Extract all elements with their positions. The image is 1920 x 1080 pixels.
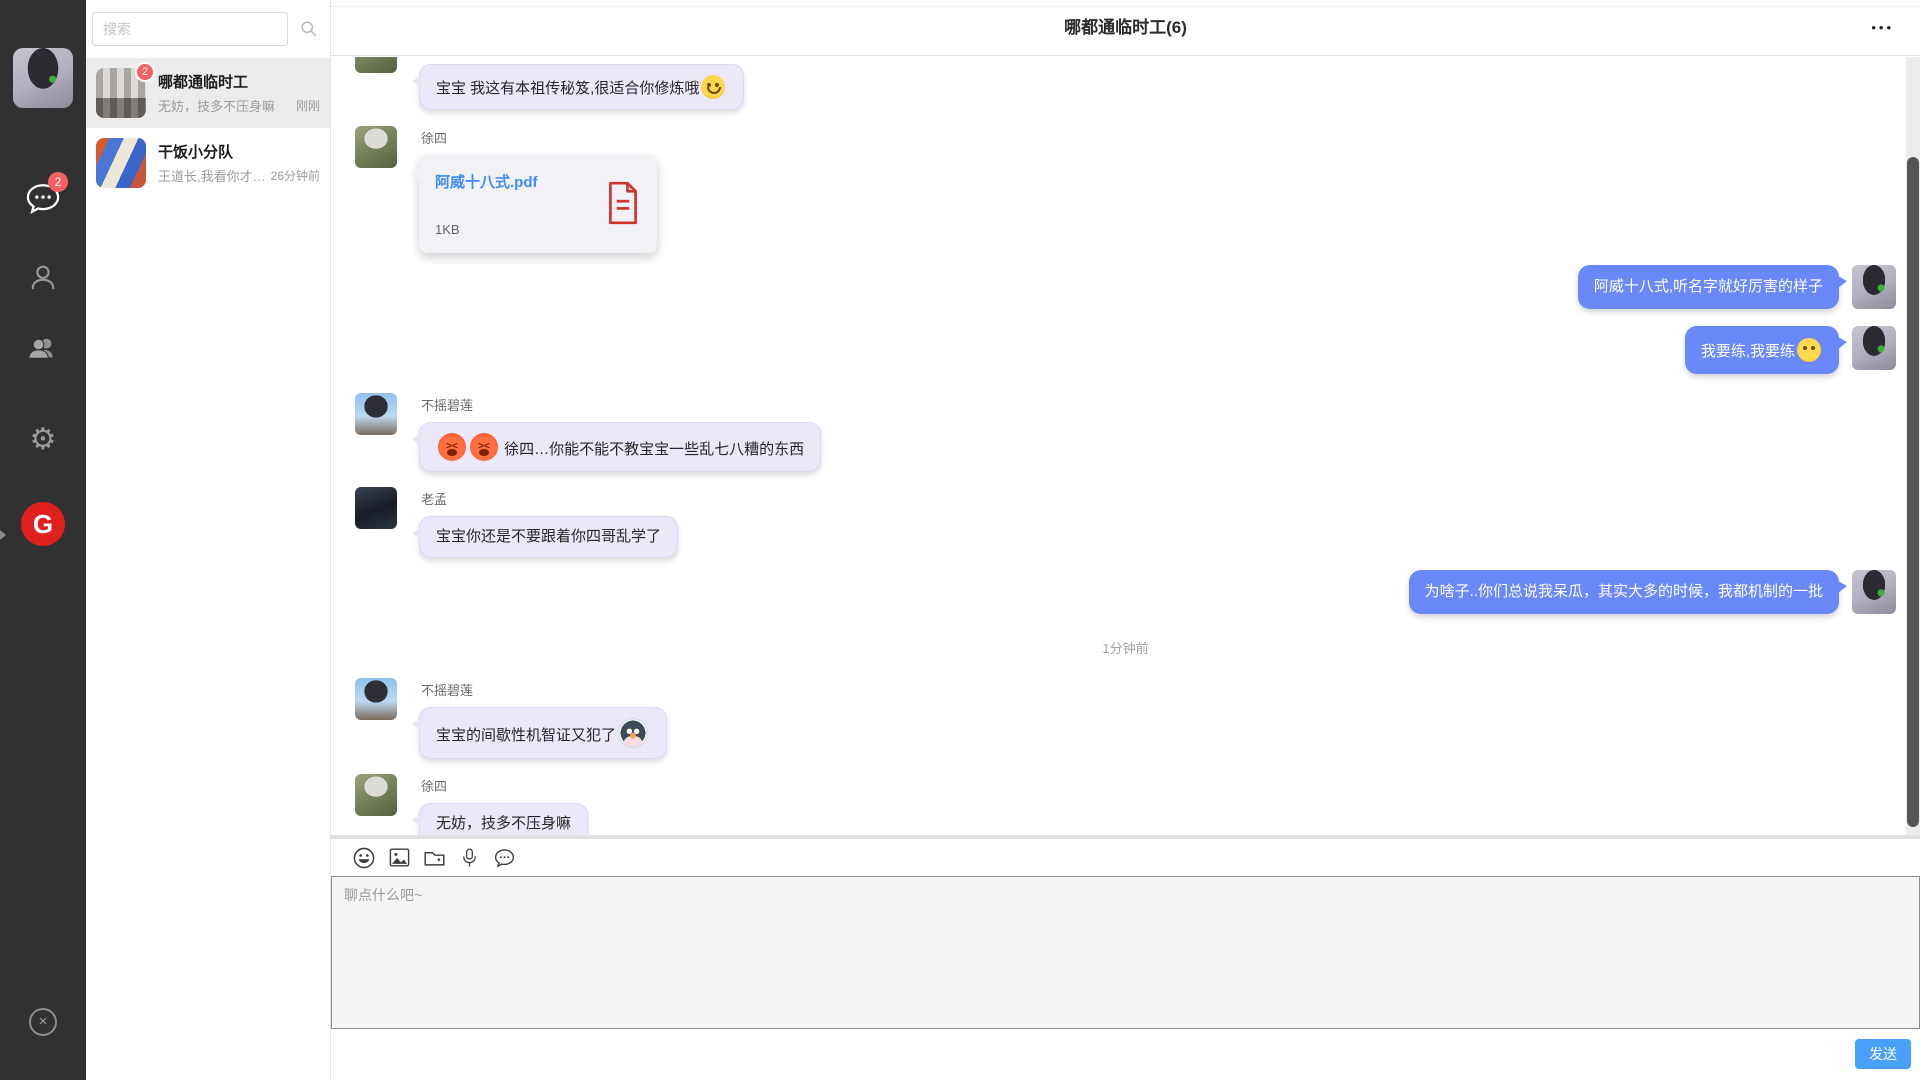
message-bubble: 徐四…你能不能不教宝宝一些乱七八糟的东西 xyxy=(419,422,821,472)
contacts-nav-button[interactable] xyxy=(28,262,58,297)
more-menu-icon[interactable]: ••• xyxy=(1871,0,1894,56)
collapse-handle-icon[interactable] xyxy=(0,530,6,540)
composer-toolbar xyxy=(331,839,1920,876)
message-text: 为啥子..你们总说我呆瓜，其实大多的时候，我都机制的一批 xyxy=(1425,583,1823,600)
unread-badge: 2 xyxy=(135,62,155,82)
enraged-face-emoji-icon xyxy=(470,433,498,461)
group-avatar xyxy=(96,138,146,188)
send-button[interactable]: 发送 xyxy=(1855,1039,1911,1069)
search-button[interactable] xyxy=(300,20,317,40)
message-row: 我要练,我要练 xyxy=(355,326,1896,374)
file-attachment-card[interactable]: 阿威十八式.pdf 1KB xyxy=(419,155,657,253)
message-bubble: 宝宝的间歇性机智证又犯了 xyxy=(419,707,667,759)
chat-list-panel: 2 哪都通临时工 无妨，技多不压身嘛 刚刚 干饭小分队 王道长,我看你才… 26… xyxy=(86,0,331,1080)
chat-title: 哪都通临时工 xyxy=(158,71,248,92)
sender-name: 不摇碧莲 xyxy=(421,395,821,414)
message-bubble: 为啥子..你们总说我呆瓜，其实大多的时候，我都机制的一批 xyxy=(1409,570,1839,614)
voice-message-button[interactable] xyxy=(456,845,482,871)
message-bubble: 宝宝你还是不要跟着你四哥乱学了 xyxy=(419,516,678,558)
image-icon xyxy=(389,848,410,867)
app-rail: 2 ⚙ G × xyxy=(0,0,86,1080)
send-image-button[interactable] xyxy=(386,845,412,871)
self-avatar[interactable] xyxy=(1852,570,1896,614)
message-text: 宝宝你还是不要跟着你四哥乱学了 xyxy=(436,528,661,545)
message-bubble: 我要练,我要练 xyxy=(1685,326,1839,374)
sender-name: 不摇碧莲 xyxy=(421,680,667,699)
last-message: 无妨，技多不压身嘛 xyxy=(158,96,275,115)
chat-header: 哪都通临时工(6) ••• xyxy=(331,0,1920,56)
message-input[interactable] xyxy=(332,877,1919,1028)
message-row: 为啥子..你们总说我呆瓜，其实大多的时候，我都机制的一批 xyxy=(355,570,1896,614)
message-text: 我要练,我要练 xyxy=(1701,343,1795,360)
message-row: 不摇碧莲 徐四…你能不能不教宝宝一些乱七八糟的东西 xyxy=(355,393,1896,472)
message-row: 宝宝 我这有本祖传秘笈,很适合你修炼哦 xyxy=(355,64,1896,110)
user-avatar[interactable] xyxy=(13,48,73,108)
message-text: 宝宝的间歇性机智证又犯了 xyxy=(436,727,616,744)
hugging-face-emoji-icon xyxy=(701,75,725,99)
timestamp: 刚刚 xyxy=(296,97,320,114)
message-row: 不摇碧莲 宝宝的间歇性机智证又犯了 xyxy=(355,678,1896,759)
microphone-icon xyxy=(461,846,478,870)
enraged-face-emoji-icon xyxy=(438,433,466,461)
last-message: 王道长,我看你才… xyxy=(158,166,266,185)
sender-name: 徐四 xyxy=(421,776,588,795)
chat-list-item-ganfan[interactable]: 干饭小分队 王道长,我看你才… 26分钟前 xyxy=(86,128,330,198)
chat-title: 干饭小分队 xyxy=(158,141,233,162)
composer: 发送 xyxy=(331,835,1920,1080)
sender-avatar[interactable] xyxy=(355,678,397,720)
sender-avatar[interactable] xyxy=(355,393,397,435)
send-file-button[interactable] xyxy=(421,845,447,871)
group-icon xyxy=(27,335,59,362)
groups-nav-button[interactable] xyxy=(27,335,59,367)
message-row: 徐四 阿威十八式.pdf 1KB xyxy=(355,126,1896,253)
message-text: 宝宝 我这有本祖传秘笈,很适合你修炼哦 xyxy=(436,80,699,97)
app-logo: G xyxy=(21,502,65,546)
send-row: 发送 xyxy=(331,1029,1920,1079)
chat-app: 2 ⚙ G × xyxy=(0,0,1920,1080)
sender-avatar[interactable] xyxy=(355,126,397,168)
settings-nav-button[interactable]: ⚙ xyxy=(30,424,57,456)
unread-badge: 2 xyxy=(48,172,68,192)
chat-dots-icon xyxy=(494,848,515,868)
gear-icon: ⚙ xyxy=(30,423,57,456)
message-bubble: 宝宝 我这有本祖传秘笈,很适合你修炼哦 xyxy=(419,64,744,110)
message-history-button[interactable] xyxy=(491,845,517,871)
self-avatar[interactable] xyxy=(1852,326,1896,370)
self-avatar[interactable] xyxy=(1852,265,1896,309)
message-bubble: 无妨，技多不压身嘛 xyxy=(419,803,588,835)
timestamp: 26分钟前 xyxy=(271,167,320,184)
message-list[interactable]: 宝宝 我这有本祖传秘笈,很适合你修炼哦 徐四 阿威十八式.pdf 1KB xyxy=(331,57,1920,835)
sender-avatar[interactable] xyxy=(355,487,397,529)
time-divider: 1分钟前 xyxy=(355,638,1896,657)
folder-icon xyxy=(424,849,445,867)
penguin-emoji-icon xyxy=(618,718,648,748)
message-row: 阿威十八式,听名字就好厉害的样子 xyxy=(355,265,1896,309)
close-button[interactable]: × xyxy=(29,1008,57,1036)
conversation-panel: 哪都通临时工(6) ••• 宝宝 我这有本祖传秘笈,很适合你修炼哦 徐四 阿威十… xyxy=(331,0,1920,1080)
search-icon xyxy=(300,20,317,37)
sender-avatar[interactable] xyxy=(355,57,397,73)
sender-name: 老孟 xyxy=(421,489,678,508)
message-text: 无妨，技多不压身嘛 xyxy=(436,815,571,832)
message-text: 徐四…你能不能不教宝宝一些乱七八糟的东西 xyxy=(504,441,804,458)
search-input[interactable] xyxy=(92,12,288,46)
pdf-file-icon xyxy=(605,181,641,230)
scrollbar-thumb[interactable] xyxy=(1907,157,1919,827)
close-icon: × xyxy=(39,1013,48,1030)
message-row: 徐四 无妨，技多不压身嘛 xyxy=(355,774,1896,835)
emoji-picker-button[interactable] xyxy=(351,845,377,871)
scrollbar-track[interactable] xyxy=(1906,57,1920,835)
message-bubble: 阿威十八式,听名字就好厉害的样子 xyxy=(1578,265,1839,309)
conversation-title: 哪都通临时工(6) xyxy=(331,0,1920,56)
sender-avatar[interactable] xyxy=(355,774,397,816)
no-mouth-face-emoji-icon xyxy=(1797,338,1821,362)
smiley-icon xyxy=(353,847,375,869)
message-row: 老孟 宝宝你还是不要跟着你四哥乱学了 xyxy=(355,487,1896,558)
sender-name: 徐四 xyxy=(421,128,657,147)
person-icon xyxy=(28,262,58,292)
message-input-wrap xyxy=(331,876,1920,1029)
chat-list-item-nadutong[interactable]: 2 哪都通临时工 无妨，技多不压身嘛 刚刚 xyxy=(86,58,330,128)
message-text: 阿威十八式,听名字就好厉害的样子 xyxy=(1594,278,1823,295)
